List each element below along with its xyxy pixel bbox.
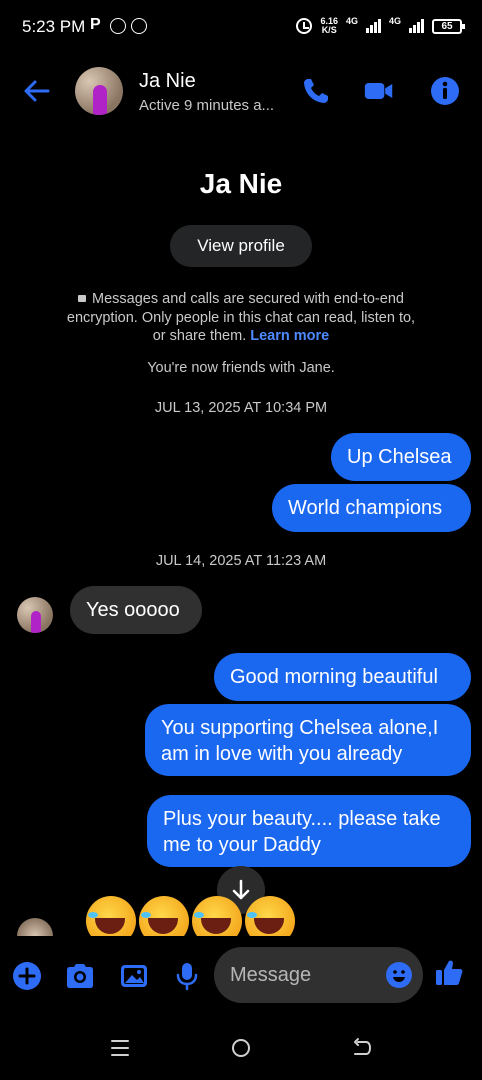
signal-icon [365, 19, 381, 33]
friends-note: You're now friends with Jane. [147, 360, 335, 376]
return-icon[interactable] [350, 1036, 374, 1060]
system-navigation-bar [0, 1016, 482, 1080]
message-input-container[interactable] [214, 947, 423, 1003]
message-bubble-sent[interactable]: World champions [272, 484, 471, 532]
laughing-emoji-icon [139, 896, 189, 936]
timestamp: JUL 14, 2025 AT 11:23 AM [155, 553, 327, 569]
home-icon[interactable] [229, 1036, 253, 1060]
network-speed: 6.16 K/S [320, 17, 338, 35]
status-time: 5:23 PM [22, 17, 86, 36]
messenger-icon [131, 18, 147, 34]
message-bubble-received[interactable]: Yes ooooo [70, 586, 202, 634]
laughing-emoji-icon [86, 896, 136, 936]
battery-icon: 65 [432, 18, 465, 34]
menu-icon[interactable] [108, 1036, 132, 1060]
network-type-1: 4G [345, 16, 358, 26]
plus-icon[interactable] [11, 960, 43, 992]
network-type-2: 4G [388, 16, 401, 26]
signal-icon-2 [409, 19, 424, 33]
laughing-emoji-icon [245, 896, 295, 936]
message-input[interactable] [230, 947, 380, 1003]
contact-avatar[interactable] [75, 67, 123, 115]
message-bubble-sent[interactable]: Good morning beautiful [214, 653, 471, 701]
alarm-icon [296, 18, 313, 34]
status-bar: 5:23 PM P 6.16 K/S 4G 4G 65 [0, 0, 482, 56]
emoji-message[interactable]: 🤣🤣🤣🤣 [86, 896, 295, 936]
profile-name: Ja Nie [199, 168, 283, 199]
whatsapp-icon [110, 18, 126, 34]
app-p-notification: P [90, 16, 101, 33]
message-bubble-sent[interactable]: Plus your beauty.... please take me to y… [147, 795, 471, 867]
learn-more-link[interactable]: Learn more [250, 328, 329, 344]
timestamp: JUL 13, 2025 AT 10:34 PM [154, 400, 328, 416]
emoji-icon[interactable] [385, 961, 413, 989]
chat-header: Ja Nie Active 9 minutes a... [0, 56, 482, 128]
lock-icon [78, 295, 87, 302]
like-icon[interactable] [433, 957, 465, 989]
back-arrow-icon[interactable] [22, 76, 52, 106]
network-speed-unit: K/S [321, 25, 337, 35]
view-profile-button[interactable]: View profile [170, 225, 312, 267]
message-composer [0, 936, 482, 1016]
contact-avatar-small[interactable] [17, 597, 53, 633]
contact-name[interactable]: Ja Nie [139, 70, 196, 93]
laughing-emoji-icon [192, 896, 242, 936]
status-indicators: 6.16 K/S 4G 4G 65 [296, 14, 465, 38]
message-bubble-sent[interactable]: You supporting Chelsea alone,I am in lov… [145, 704, 471, 776]
contact-avatar-small[interactable] [17, 918, 53, 936]
contact-active-status: Active 9 minutes a... [139, 97, 275, 114]
encryption-notice: Messages and calls are secured with end-… [60, 290, 422, 346]
emoji-message-text: 🤣🤣🤣🤣 [86, 896, 87, 897]
video-icon[interactable] [364, 76, 394, 106]
phone-icon[interactable] [301, 76, 331, 106]
microphone-icon[interactable] [171, 960, 203, 992]
message-bubble-sent[interactable]: Up Chelsea [331, 433, 471, 481]
image-icon[interactable] [118, 960, 150, 992]
encryption-text: Messages and calls are secured with end-… [66, 291, 416, 344]
info-icon[interactable] [430, 76, 460, 106]
camera-icon[interactable] [64, 960, 96, 992]
